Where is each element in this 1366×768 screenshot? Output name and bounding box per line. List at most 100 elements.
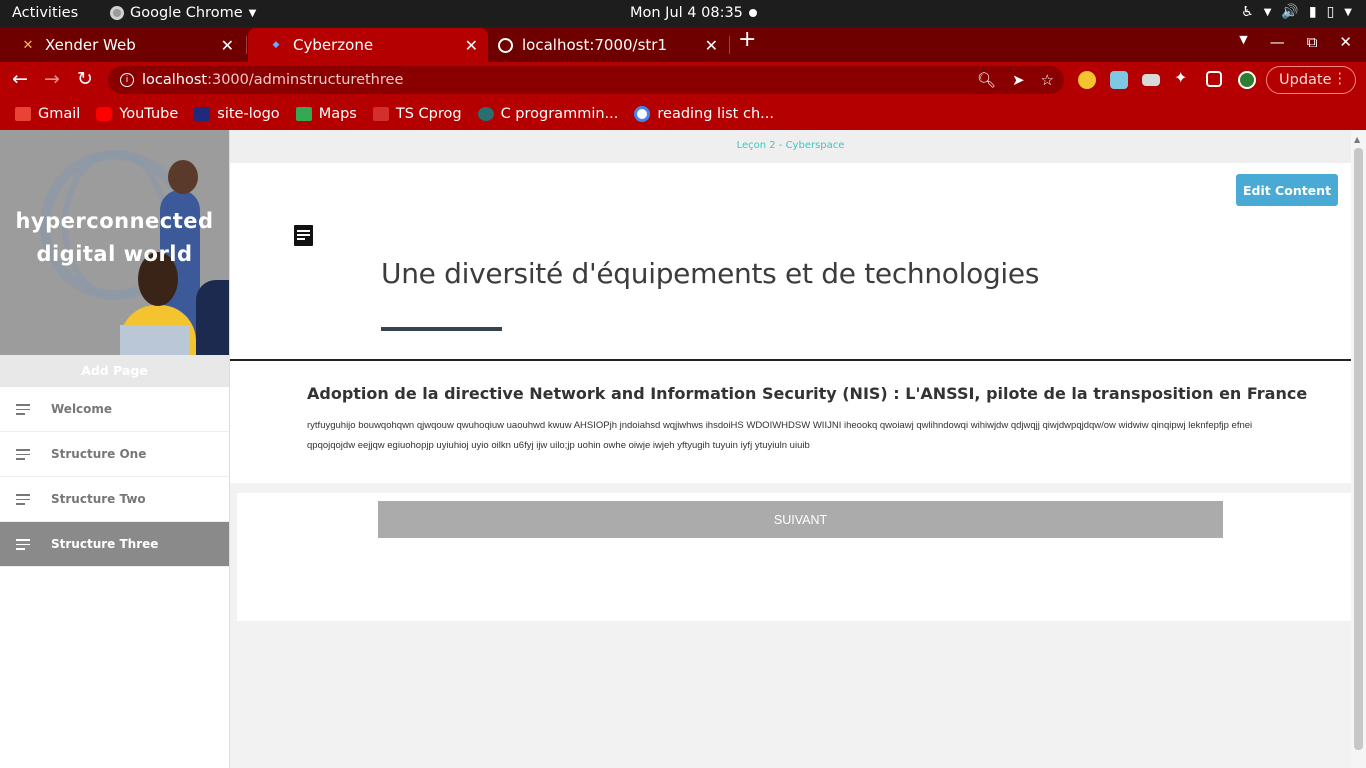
bookmarks-bar: Gmail YouTube site-logo Maps TS Cprog C … bbox=[0, 98, 1366, 130]
sidebar-item-structure-two[interactable]: Structure Two bbox=[0, 477, 229, 522]
maximize-icon[interactable]: ⧉ bbox=[1307, 33, 1318, 51]
bookmark-youtube[interactable]: YouTube bbox=[96, 106, 178, 122]
close-icon[interactable]: ✕ bbox=[705, 36, 718, 55]
globe-icon bbox=[498, 37, 513, 53]
bookmark-star-icon[interactable]: ☆ bbox=[1041, 71, 1054, 89]
side-panel-icon[interactable] bbox=[1206, 71, 1222, 87]
document-icon[interactable] bbox=[294, 225, 313, 246]
forward-icon[interactable]: → bbox=[44, 68, 60, 90]
sidebar-item-welcome[interactable]: Welcome bbox=[0, 387, 229, 432]
site-info-icon[interactable]: i bbox=[120, 73, 134, 87]
sidebar-item-label: Structure Three bbox=[51, 537, 159, 551]
person-illustration bbox=[168, 160, 198, 194]
extension-glasses-icon[interactable] bbox=[1142, 74, 1160, 86]
lesson-label[interactable]: Leçon 2 - Cyberspace bbox=[230, 140, 1351, 151]
battery-icon[interactable]: ▮ bbox=[1309, 4, 1317, 20]
activities-button[interactable]: Activities bbox=[12, 5, 78, 21]
reload-icon[interactable]: ↻ bbox=[77, 68, 93, 90]
system-top-bar: Activities Google Chrome ▼ Mon Jul 4 08:… bbox=[0, 0, 1366, 27]
laptop-illustration bbox=[120, 325, 190, 355]
close-icon[interactable]: ✕ bbox=[221, 36, 234, 55]
xender-icon: ✕ bbox=[22, 37, 34, 53]
new-tab-icon[interactable]: + bbox=[738, 27, 756, 52]
tab-label: Xender Web bbox=[45, 36, 136, 54]
system-tray[interactable]: ♿ ▼ 🔊 ▮ ▯ ▼ bbox=[1241, 4, 1352, 20]
minimize-icon[interactable]: — bbox=[1270, 33, 1285, 51]
close-window-icon[interactable]: ✕ bbox=[1339, 33, 1352, 51]
page-scrollbar[interactable]: ▲ bbox=[1351, 130, 1366, 768]
tab-label: localhost:7000/str1 bbox=[522, 36, 668, 54]
add-page-button[interactable]: Add Page bbox=[0, 355, 229, 387]
tab-localhost-7000[interactable]: localhost:7000/str1 ✕ bbox=[478, 28, 728, 62]
bookmark-label: TS Cprog bbox=[395, 106, 462, 122]
next-button[interactable]: SUIVANT bbox=[378, 501, 1223, 538]
extension-box-icon[interactable] bbox=[1110, 71, 1128, 89]
section-divider bbox=[230, 359, 1351, 361]
bookmark-maps[interactable]: Maps bbox=[295, 106, 357, 122]
tab-cyberzone[interactable]: ◆ Cyberzone ✕ bbox=[248, 28, 488, 62]
back-icon[interactable]: ← bbox=[12, 68, 28, 90]
sidebar-item-label: Structure Two bbox=[51, 492, 146, 506]
bookmark-gmail[interactable]: Gmail bbox=[15, 106, 80, 122]
bookmark-label: Gmail bbox=[38, 106, 81, 122]
bookmark-label: YouTube bbox=[119, 106, 179, 122]
url-path: :3000/adminstructurethree bbox=[207, 72, 404, 88]
content-card: Edit Content Une diversité d'équipements… bbox=[230, 163, 1351, 483]
volume-icon[interactable]: 🔊 bbox=[1281, 4, 1298, 20]
vibrate-icon[interactable]: ▯ bbox=[1327, 4, 1335, 20]
gmail-icon bbox=[15, 107, 31, 121]
sidebar: hyperconnected digital world Add Page We… bbox=[0, 130, 230, 768]
person-illustration bbox=[196, 280, 229, 355]
tab-separator bbox=[729, 36, 730, 54]
sidebar-item-label: Welcome bbox=[51, 402, 113, 416]
omnibox-actions: 🔍︎ ➤ ☆ bbox=[977, 71, 1054, 89]
browser-toolbar: ← → ↻ i localhost:3000/adminstructurethr… bbox=[0, 62, 1366, 98]
sidebar-item-structure-one[interactable]: Structure One bbox=[0, 432, 229, 477]
main-content: Leçon 2 - Cyberspace Edit Content Une di… bbox=[230, 130, 1351, 768]
app-menu[interactable]: Google Chrome ▼ bbox=[110, 5, 256, 21]
accessibility-icon[interactable]: ♿ bbox=[1241, 4, 1254, 20]
c-prog-icon bbox=[477, 107, 494, 121]
section-body: rytfuyguhijo bouwqohqwn qjwqouw qwuhoqiu… bbox=[307, 420, 1253, 451]
chevron-down-icon[interactable]: ▼ bbox=[1344, 7, 1352, 18]
bookmark-reading-list[interactable]: reading list ch... bbox=[634, 106, 774, 122]
extension-coin-icon[interactable] bbox=[1078, 71, 1096, 89]
close-icon[interactable]: ✕ bbox=[465, 36, 478, 55]
clock[interactable]: Mon Jul 4 08:35 bbox=[630, 5, 743, 21]
window-controls: ▼ — ⧉ ✕ bbox=[1239, 33, 1352, 51]
tab-label: Cyberzone bbox=[293, 36, 374, 54]
zoom-icon[interactable]: 🔍︎ bbox=[977, 71, 996, 89]
sidebar-item-structure-three[interactable]: Structure Three bbox=[0, 522, 229, 567]
profile-avatar-icon[interactable] bbox=[1238, 71, 1256, 89]
page-viewport: hyperconnected digital world Add Page We… bbox=[0, 130, 1366, 768]
address-bar[interactable]: i localhost:3000/adminstructurethree 🔍︎ … bbox=[108, 66, 1064, 94]
maps-icon bbox=[295, 107, 312, 121]
chevron-down-icon[interactable]: ▼ bbox=[1264, 7, 1272, 18]
caret-down-icon: ▼ bbox=[248, 7, 257, 19]
more-menu-icon[interactable]: ⋮ bbox=[1333, 71, 1348, 87]
title-underline bbox=[381, 327, 502, 331]
text-lines-icon bbox=[16, 449, 30, 463]
next-card: SUIVANT bbox=[237, 493, 1351, 621]
app-name: Google Chrome bbox=[130, 5, 243, 21]
send-icon[interactable]: ➤ bbox=[1012, 71, 1025, 89]
cyberzone-favicon: ◆ bbox=[272, 40, 280, 50]
bookmark-ts-cprog[interactable]: TS Cprog bbox=[372, 106, 462, 122]
ts-icon bbox=[372, 107, 389, 121]
page-title: Une diversité d'équipements et de techno… bbox=[381, 257, 1040, 290]
bookmark-c-programming[interactable]: C programmin... bbox=[477, 106, 618, 122]
bookmark-site-logo[interactable]: site-logo bbox=[194, 106, 280, 122]
text-lines-icon bbox=[16, 404, 30, 418]
tab-strip: ✕ Xender Web ✕ ◆ Cyberzone ✕ localhost:7… bbox=[0, 27, 1366, 62]
text-lines-icon bbox=[16, 494, 30, 508]
tab-xender-web[interactable]: ✕ Xender Web ✕ bbox=[0, 28, 244, 62]
scrollbar-thumb[interactable] bbox=[1354, 148, 1363, 750]
extensions-puzzle-icon[interactable]: ✦ bbox=[1174, 68, 1192, 87]
notification-dot-icon bbox=[749, 9, 757, 17]
text-lines-icon bbox=[16, 539, 30, 553]
scroll-up-icon[interactable]: ▲ bbox=[1354, 135, 1360, 144]
update-button[interactable]: Update ⋮ bbox=[1266, 66, 1356, 94]
tab-search-icon[interactable]: ▼ bbox=[1239, 33, 1247, 51]
edit-content-button[interactable]: Edit Content bbox=[1236, 174, 1338, 206]
sidebar-item-label: Structure One bbox=[51, 447, 147, 461]
